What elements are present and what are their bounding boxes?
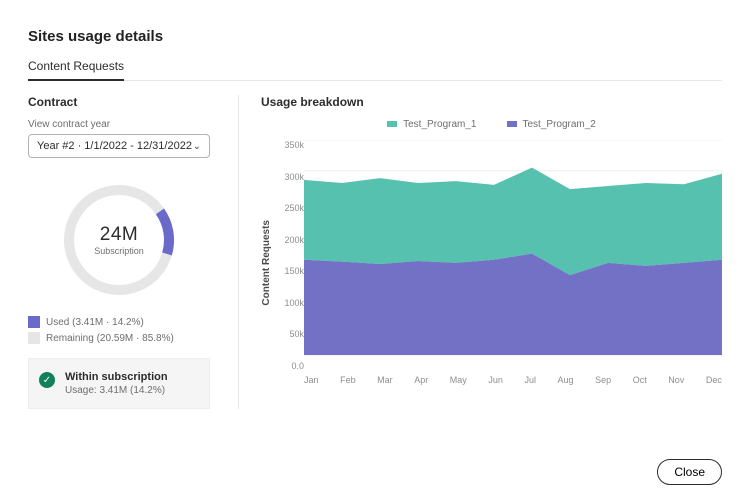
legend-used: Used (3.41M · 14.2%) xyxy=(28,316,210,328)
legend-remaining-text: Remaining (20.59M · 85.8%) xyxy=(46,333,174,344)
subscription-caption: Subscription xyxy=(94,246,144,256)
check-circle-icon: ✓ xyxy=(39,372,55,388)
legend-series-1: Test_Program_1 xyxy=(387,119,476,130)
legend-series-2: Test_Program_2 xyxy=(507,119,596,130)
status-title: Within subscription xyxy=(65,371,168,383)
close-button[interactable]: Close xyxy=(657,459,722,485)
contract-title: Contract xyxy=(28,95,210,109)
chart-legend: Test_Program_1 Test_Program_2 xyxy=(261,119,722,130)
legend-remaining: Remaining (20.59M · 85.8%) xyxy=(28,332,210,344)
page-title: Sites usage details xyxy=(28,28,722,45)
x-axis-ticks: Jan Feb Mar Apr May Jun Jul Aug Sep Oct … xyxy=(304,375,722,385)
contract-year-label: View contract year xyxy=(28,119,210,130)
remaining-swatch-icon xyxy=(28,332,40,344)
chart-plot: Jan Feb Mar Apr May Jun Jul Aug Sep Oct … xyxy=(304,140,722,385)
legend-used-text: Used (3.41M · 14.2%) xyxy=(46,317,144,328)
chevron-down-icon: ⌄ xyxy=(193,141,201,152)
breakdown-title: Usage breakdown xyxy=(261,95,722,109)
tab-content-requests[interactable]: Content Requests xyxy=(28,59,124,81)
used-swatch-icon xyxy=(28,316,40,328)
chart-svg xyxy=(304,140,722,369)
series1-swatch-icon xyxy=(387,121,397,127)
subscription-donut: 24M Subscription xyxy=(28,180,210,300)
subscription-value: 24M xyxy=(94,224,144,246)
y-axis-label: Content Requests xyxy=(261,220,272,306)
usage-chart: Content Requests 350k 300k 250k 200k 150… xyxy=(261,140,722,385)
contract-year-value: Year #2 · 1/1/2022 - 12/31/2022 xyxy=(37,140,192,152)
y-axis-ticks: 350k 300k 250k 200k 150k 100k 50k 0.0 xyxy=(276,140,304,385)
tabs: Content Requests xyxy=(28,59,722,81)
status-detail: Usage: 3.41M (14.2%) xyxy=(65,385,168,396)
series2-swatch-icon xyxy=(507,121,517,127)
contract-year-select[interactable]: Year #2 · 1/1/2022 - 12/31/2022 ⌄ xyxy=(28,134,210,158)
status-card: ✓ Within subscription Usage: 3.41M (14.2… xyxy=(28,358,210,409)
